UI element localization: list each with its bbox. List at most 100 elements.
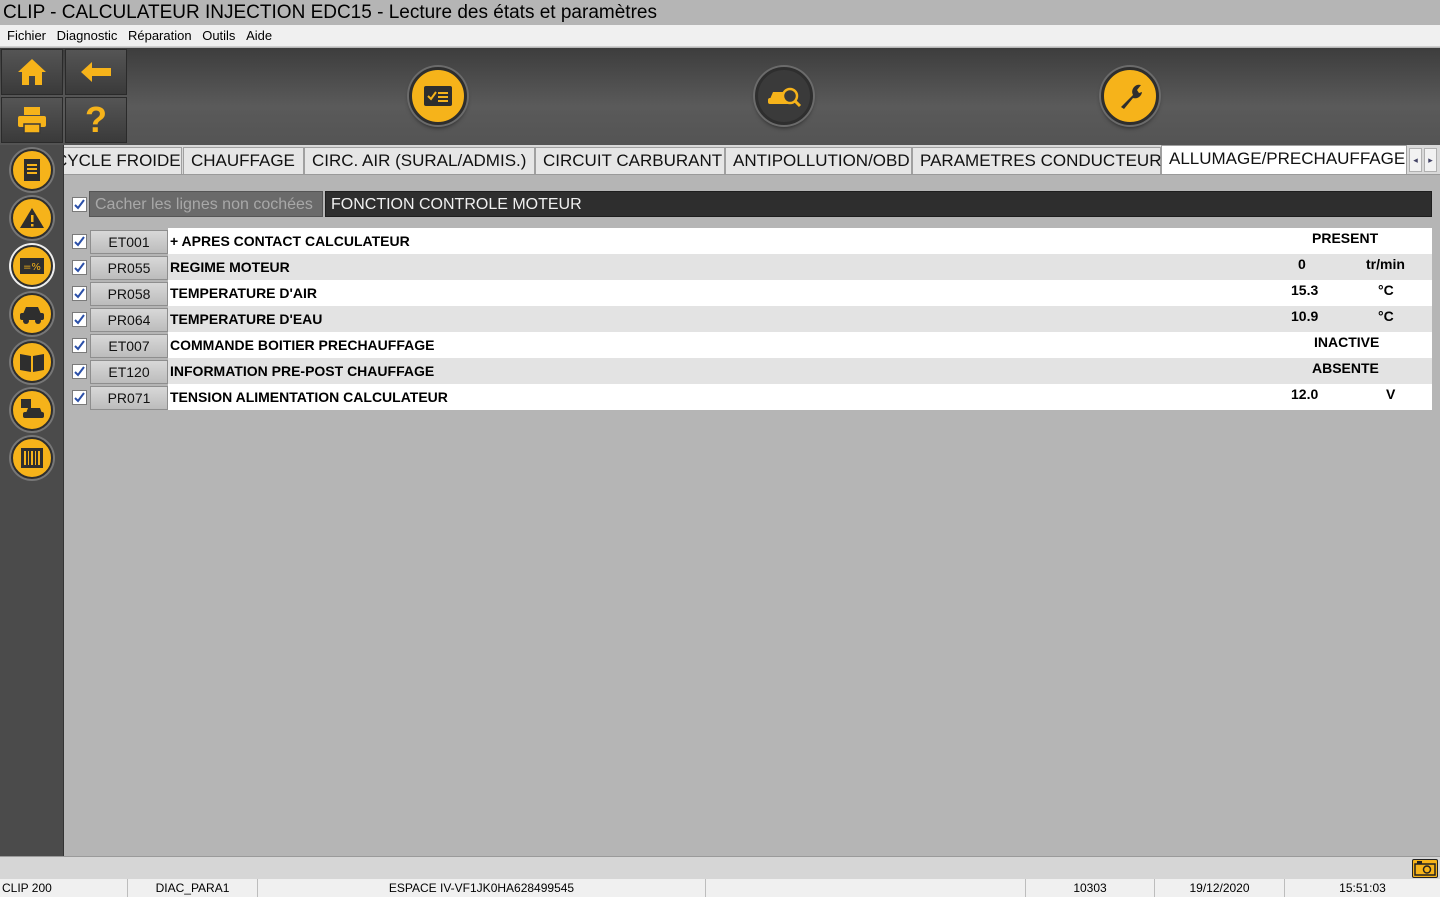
table-row: INFORMATION PRE-POST CHAUFFAGE ABSENTE bbox=[168, 358, 1432, 384]
status-code: 10303 bbox=[1026, 879, 1155, 897]
camera-icon bbox=[1414, 861, 1436, 876]
param-label: REGIME MOTEUR bbox=[170, 259, 290, 275]
param-value: 10.9 bbox=[1291, 308, 1319, 324]
row-checkbox[interactable] bbox=[72, 312, 87, 327]
status-screen: DIAC_PARA1 bbox=[128, 879, 258, 897]
table-row: TEMPERATURE D'EAU 10.9 °C bbox=[168, 306, 1432, 332]
row-checkbox[interactable] bbox=[72, 390, 87, 405]
param-value: PRESENT bbox=[1312, 230, 1379, 246]
vehicle-save-icon bbox=[21, 399, 44, 418]
param-code-button[interactable]: ET007 bbox=[90, 334, 168, 358]
home-button[interactable] bbox=[1, 49, 63, 95]
screenshot-strip bbox=[0, 856, 1440, 879]
row-checkbox[interactable] bbox=[72, 234, 87, 249]
back-button[interactable] bbox=[65, 49, 127, 95]
table-row: TEMPERATURE D'AIR 15.3 °C bbox=[168, 280, 1432, 306]
checklist-button[interactable] bbox=[409, 67, 467, 125]
menu-aide[interactable]: Aide bbox=[242, 25, 275, 47]
status-time: 15:51:03 bbox=[1339, 881, 1386, 895]
document-icon bbox=[24, 159, 40, 181]
checkmark-icon bbox=[74, 340, 85, 351]
sidebar-vehicle-save-button[interactable] bbox=[11, 389, 53, 431]
vehicle-diagnostic-button[interactable] bbox=[755, 67, 813, 125]
menu-diagnostic[interactable]: Diagnostic bbox=[53, 25, 121, 47]
param-unit: V bbox=[1386, 386, 1396, 402]
table-row: + APRES CONTACT CALCULATEUR PRESENT bbox=[168, 228, 1432, 254]
category-tabs: CYCLE FROIDE CHAUFFAGE CIRC. AIR (SURAL/… bbox=[64, 145, 1440, 175]
param-label: TEMPERATURE D'AIR bbox=[170, 285, 317, 301]
row-checkbox[interactable] bbox=[72, 286, 87, 301]
screenshot-button[interactable] bbox=[1412, 859, 1438, 878]
param-label: + APRES CONTACT CALCULATEUR bbox=[170, 233, 410, 249]
table-row: TENSION ALIMENTATION CALCULATEUR 12.0 V bbox=[168, 384, 1432, 410]
menu-fichier[interactable]: Fichier bbox=[0, 25, 49, 47]
menu-outils[interactable]: Outils bbox=[198, 25, 238, 47]
tab-cycle-froide[interactable]: CYCLE FROIDE bbox=[64, 147, 182, 174]
tab-parametres-conducteur[interactable]: PARAMETRES CONDUCTEUR bbox=[912, 147, 1161, 174]
checkmark-icon bbox=[74, 288, 85, 299]
param-label: TEMPERATURE D'EAU bbox=[170, 311, 323, 327]
param-code-button[interactable]: PR064 bbox=[90, 308, 168, 332]
tab-scroll-right[interactable]: ▸ bbox=[1424, 148, 1437, 172]
menu-reparation[interactable]: Réparation bbox=[124, 25, 195, 47]
back-arrow-icon bbox=[81, 62, 111, 82]
param-code-button[interactable]: PR058 bbox=[90, 282, 168, 306]
wrench-icon bbox=[1121, 84, 1142, 109]
row-checkbox[interactable] bbox=[72, 364, 87, 379]
svg-text:=%: =% bbox=[23, 262, 41, 273]
row-checkbox[interactable] bbox=[72, 260, 87, 275]
param-code-button[interactable]: PR071 bbox=[90, 386, 168, 410]
warning-icon bbox=[20, 208, 44, 228]
sidebar-manual-button[interactable] bbox=[11, 341, 53, 383]
tab-antipollution-obd[interactable]: ANTIPOLLUTION/OBD bbox=[725, 147, 912, 174]
param-unit: °C bbox=[1378, 282, 1394, 298]
parameters-panel: Cacher les lignes non cochées FONCTION C… bbox=[64, 175, 1440, 855]
repair-button[interactable] bbox=[1101, 67, 1159, 125]
main-toolbar: ? bbox=[0, 48, 1440, 145]
param-unit: tr/min bbox=[1366, 256, 1405, 272]
sidebar-parameters-button[interactable]: =% bbox=[11, 245, 53, 287]
param-code-button[interactable]: ET001 bbox=[90, 230, 168, 254]
status-bar: CLIP 200 DIAC_PARA1 ESPACE IV-VF1JK0HA62… bbox=[0, 879, 1440, 897]
sidebar-vehicle-button[interactable] bbox=[11, 293, 53, 335]
hide-unchecked-checkbox[interactable] bbox=[72, 197, 87, 212]
status-device: CLIP 200 bbox=[0, 879, 128, 897]
checkmark-icon bbox=[74, 199, 85, 210]
table-row: REGIME MOTEUR 0 tr/min bbox=[168, 254, 1432, 280]
param-label: TENSION ALIMENTATION CALCULATEUR bbox=[170, 389, 448, 405]
param-code-button[interactable]: PR055 bbox=[90, 256, 168, 280]
table-row: COMMANDE BOITIER PRECHAUFFAGE INACTIVE bbox=[168, 332, 1432, 358]
app-window: CLIP - CALCULATEUR INJECTION EDC15 - Lec… bbox=[0, 0, 1440, 897]
param-label: COMMANDE BOITIER PRECHAUFFAGE bbox=[170, 337, 435, 353]
row-checkbox[interactable] bbox=[72, 338, 87, 353]
hide-unchecked-button[interactable]: Cacher les lignes non cochées bbox=[89, 191, 323, 217]
help-icon: ? bbox=[85, 99, 107, 140]
printer-icon bbox=[18, 107, 46, 134]
tab-scroll-left[interactable]: ◂ bbox=[1409, 148, 1422, 172]
param-code-button[interactable]: ET120 bbox=[90, 360, 168, 384]
param-label: INFORMATION PRE-POST CHAUFFAGE bbox=[170, 363, 435, 379]
checkmark-icon bbox=[74, 392, 85, 403]
sidebar-faults-button[interactable] bbox=[11, 197, 53, 239]
param-value: ABSENTE bbox=[1312, 360, 1379, 376]
sidebar-document-button[interactable] bbox=[11, 149, 53, 191]
param-value: 12.0 bbox=[1291, 386, 1319, 402]
help-button[interactable]: ? bbox=[65, 97, 127, 143]
window-title: CLIP - CALCULATEUR INJECTION EDC15 - Lec… bbox=[0, 0, 1440, 25]
status-empty bbox=[706, 879, 1026, 897]
print-button[interactable] bbox=[1, 97, 63, 143]
barcode-icon bbox=[21, 448, 43, 468]
tab-chauffage[interactable]: CHAUFFAGE bbox=[183, 147, 304, 174]
tab-allumage-prechauffage[interactable]: ALLUMAGE/PRECHAUFFAGE bbox=[1161, 145, 1407, 174]
status-date: 19/12/2020 bbox=[1155, 879, 1285, 897]
checkmark-icon bbox=[74, 366, 85, 377]
vehicle-icon bbox=[20, 307, 44, 324]
checkmark-icon bbox=[74, 314, 85, 325]
tab-circ-air[interactable]: CIRC. AIR (SURAL/ADMIS.) bbox=[304, 147, 535, 174]
manual-book-icon bbox=[20, 354, 44, 372]
tab-circuit-carburant[interactable]: CIRCUIT CARBURANT bbox=[535, 147, 725, 174]
sidebar-barcode-button[interactable] bbox=[11, 437, 53, 479]
param-unit: °C bbox=[1378, 308, 1394, 324]
left-sidebar: =% bbox=[0, 145, 64, 856]
home-icon bbox=[18, 59, 46, 85]
